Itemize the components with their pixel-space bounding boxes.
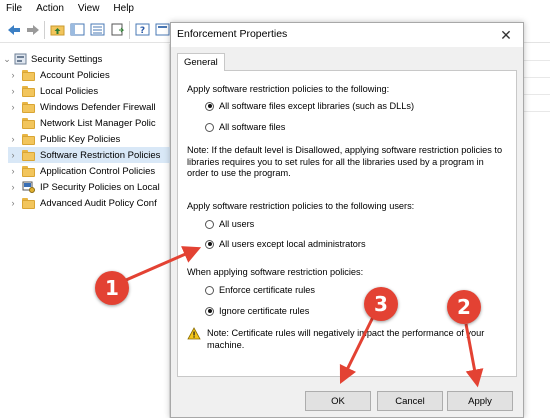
properties-icon[interactable] — [154, 21, 171, 38]
chevron-down-icon[interactable]: ⌄ — [2, 54, 12, 65]
folder-icon — [22, 69, 36, 81]
tree-item-label: Local Policies — [40, 85, 99, 97]
radio-button[interactable] — [205, 285, 214, 295]
folder-icon — [22, 117, 36, 129]
tree-item-label: IP Security Policies on Local — [40, 181, 160, 193]
radio-button[interactable] — [205, 122, 214, 132]
tree-item-label: Software Restriction Policies — [40, 149, 161, 161]
tree-item-software-restriction-policies[interactable]: › Software Restriction Policies — [8, 147, 170, 163]
libraries-note: Note: If the default level is Disallowed… — [187, 145, 503, 178]
apply-to-label: Apply software restriction policies to t… — [187, 84, 390, 94]
chevron-right-icon[interactable]: › — [8, 102, 18, 112]
radio-all-users[interactable]: All users — [205, 219, 254, 229]
toolbar-separator — [129, 21, 130, 39]
annotation-badge-2: 2 — [447, 290, 481, 324]
menu-action[interactable]: Action — [29, 0, 71, 17]
ok-button[interactable]: OK — [305, 391, 371, 411]
results-pane-edge — [524, 44, 550, 418]
tree-item-network-list-manager[interactable]: Network List Manager Polic — [8, 115, 156, 131]
tree-item-label: Account Policies — [40, 69, 110, 81]
tree-item-application-control-policies[interactable]: › Application Control Policies — [8, 163, 155, 179]
tree-item-label: Network List Manager Polic — [40, 117, 156, 129]
annotation-badge-3: 3 — [364, 287, 398, 321]
back-arrow-icon[interactable] — [5, 21, 22, 38]
close-icon: ✕ — [500, 26, 512, 43]
ip-security-icon — [22, 181, 36, 193]
tree-item-label: Public Key Policies — [40, 133, 121, 145]
apply-button[interactable]: Apply — [447, 391, 513, 411]
chevron-right-icon[interactable]: › — [8, 134, 18, 144]
tree-item-local-policies[interactable]: › Local Policies — [8, 83, 98, 99]
menu-help[interactable]: Help — [106, 0, 141, 17]
menu-bar: File Action View Help — [0, 0, 550, 17]
tree-item-account-policies[interactable]: › Account Policies — [8, 67, 110, 83]
security-settings-icon — [14, 53, 28, 65]
tree-root-label: Security Settings — [31, 53, 103, 65]
certificate-note: Note: Certificate rules will negatively … — [207, 328, 485, 350]
console-tree: ⌄ Security Settings › Account Policies ›… — [0, 44, 170, 418]
annotation-badge-1: 1 — [95, 271, 129, 305]
show-hide-tree-icon[interactable] — [69, 21, 86, 38]
dialog-titlebar[interactable]: Enforcement Properties ✕ — [171, 23, 523, 47]
warning-icon — [187, 327, 201, 340]
chevron-right-icon[interactable]: › — [8, 150, 18, 160]
folder-icon — [22, 85, 36, 97]
tree-item-label: Advanced Audit Policy Conf — [40, 197, 157, 209]
chevron-right-icon[interactable]: › — [8, 182, 18, 192]
radio-all-users-except-admins[interactable]: All users except local administrators — [205, 239, 366, 249]
menu-file[interactable]: File — [0, 0, 29, 17]
tree-item-windows-defender-firewall[interactable]: › Windows Defender Firewall — [8, 99, 156, 115]
enforcement-properties-dialog: Enforcement Properties ✕ General Apply s… — [170, 22, 524, 418]
chevron-right-icon[interactable]: › — [8, 86, 18, 96]
folder-icon — [22, 197, 36, 209]
tree-root[interactable]: ⌄ Security Settings — [0, 51, 102, 67]
chevron-right-icon[interactable]: › — [8, 70, 18, 80]
tab-general[interactable]: General — [177, 53, 225, 71]
folder-icon — [22, 165, 36, 177]
list-view-icon[interactable] — [89, 21, 106, 38]
tree-item-advanced-audit-policy[interactable]: › Advanced Audit Policy Conf — [8, 195, 157, 211]
tree-item-label: Windows Defender Firewall — [40, 101, 156, 113]
dialog-title: Enforcement Properties — [177, 28, 288, 40]
folder-icon — [22, 149, 36, 161]
radio-button-checked[interactable] — [205, 306, 214, 316]
users-label: Apply software restriction policies to t… — [187, 201, 415, 211]
toolbar-separator — [44, 21, 45, 39]
folder-icon — [22, 133, 36, 145]
radio-button-checked[interactable] — [205, 101, 214, 111]
export-list-icon[interactable] — [109, 21, 126, 38]
radio-ignore-certificate-rules[interactable]: Ignore certificate rules — [205, 306, 309, 316]
radio-button[interactable] — [205, 219, 214, 229]
menu-view[interactable]: View — [71, 0, 107, 17]
cancel-button[interactable]: Cancel — [377, 391, 443, 411]
chevron-right-icon[interactable]: › — [8, 198, 18, 208]
radio-enforce-certificate-rules[interactable]: Enforce certificate rules — [205, 285, 315, 295]
close-button[interactable]: ✕ — [489, 23, 523, 47]
tree-item-ip-security-policies[interactable]: › IP Security Policies on Local — [8, 179, 160, 195]
chevron-right-icon[interactable]: › — [8, 166, 18, 176]
general-tab-panel: Apply software restriction policies to t… — [177, 70, 517, 377]
radio-all-except-libraries[interactable]: All software files except libraries (suc… — [205, 101, 414, 111]
folder-icon — [22, 101, 36, 113]
svg-text:?: ? — [140, 26, 145, 36]
help-icon[interactable]: ? — [134, 21, 151, 38]
tree-item-public-key-policies[interactable]: › Public Key Policies — [8, 131, 120, 147]
radio-button-checked[interactable] — [205, 239, 214, 249]
radio-all-software-files[interactable]: All software files — [205, 122, 285, 132]
certificate-label: When applying software restriction polic… — [187, 267, 364, 277]
tree-item-label: Application Control Policies — [40, 165, 156, 177]
forward-arrow-icon[interactable] — [24, 21, 41, 38]
up-folder-icon[interactable] — [49, 21, 66, 38]
